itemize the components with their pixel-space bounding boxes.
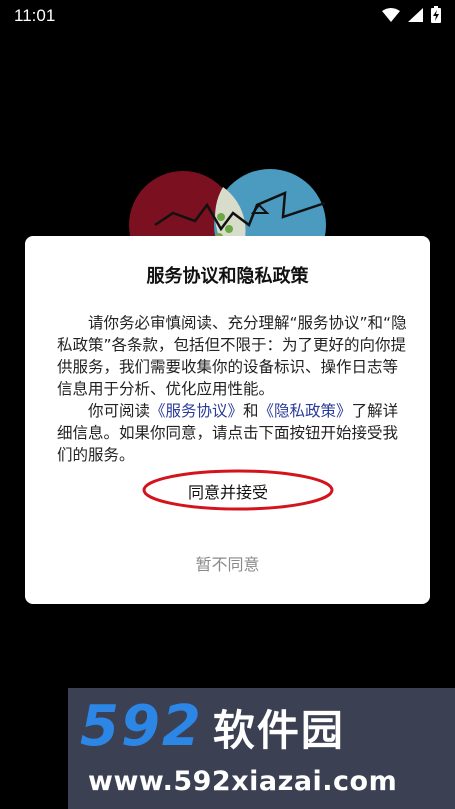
wifi-icon <box>382 7 400 26</box>
para2-prefix: 你可阅读 <box>88 402 151 420</box>
dialog-body: 请你务必审慎阅读、充分理解“服务协议”和“隐私政策”各条款，包括但不限于：为了更… <box>57 312 407 466</box>
status-time: 11:01 <box>14 6 56 25</box>
accept-button[interactable]: 同意并接受 <box>143 474 313 508</box>
decline-button[interactable]: 暂不同意 <box>165 546 290 580</box>
watermark-number: 592 <box>80 694 203 759</box>
privacy-dialog: 服务协议和隐私政策 请你务必审慎阅读、充分理解“服务协议”和“隐私政策”各条款，… <box>25 236 430 604</box>
dialog-title: 服务协议和隐私政策 <box>146 266 309 287</box>
dialog-paragraph-2: 你可阅读《服务协议》和《隐私政策》了解详细信息。如果你同意，请点击下面按钮开始接… <box>57 400 407 466</box>
status-icons <box>382 5 441 27</box>
watermark-name: 软件园 <box>212 706 345 755</box>
status-bar: 11:01 <box>0 0 455 32</box>
watermark-url: www.592xiazai.com <box>88 766 398 797</box>
para2-and: 和 <box>243 402 259 420</box>
dialog-paragraph-1: 请你务必审慎阅读、充分理解“服务协议”和“隐私政策”各条款，包括但不限于：为了更… <box>57 314 407 398</box>
watermark-banner: 592 软件园 www.592xiazai.com <box>68 688 455 809</box>
watermark-title: 592 软件园 <box>80 694 345 759</box>
signal-icon <box>408 7 423 26</box>
service-agreement-link[interactable]: 《服务协议》 <box>150 402 243 420</box>
privacy-policy-link[interactable]: 《隐私政策》 <box>259 402 352 420</box>
battery-charging-icon <box>431 5 441 27</box>
